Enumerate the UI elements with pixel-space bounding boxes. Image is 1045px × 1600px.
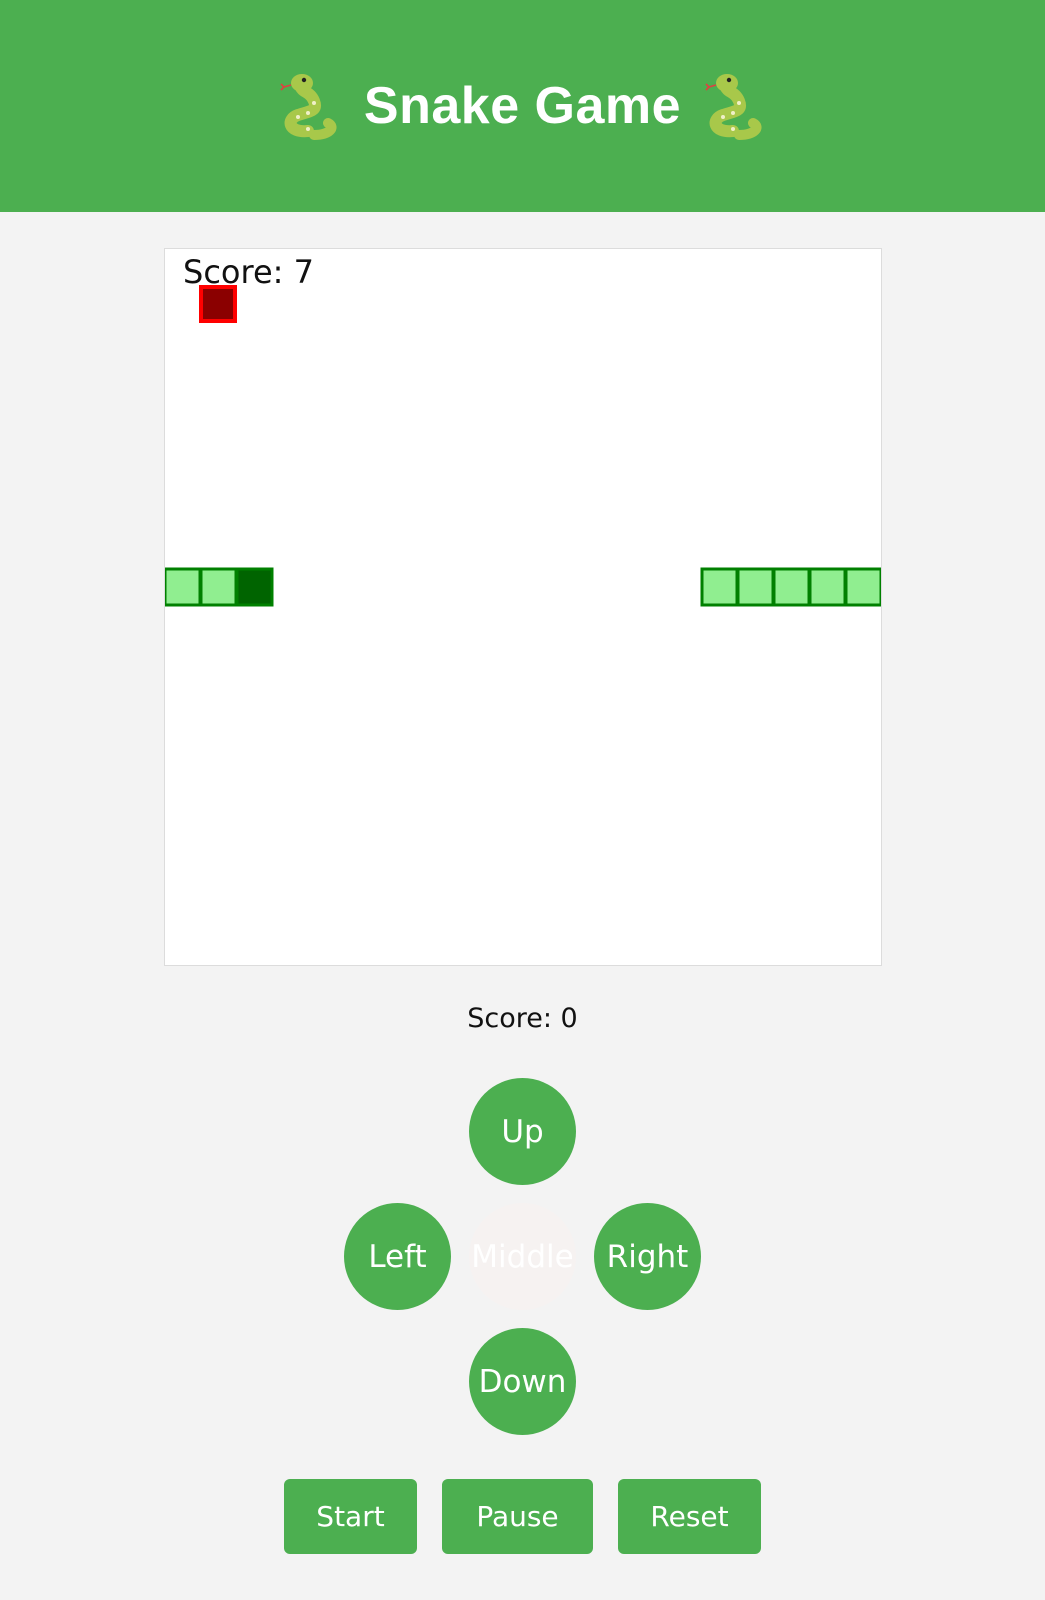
- page-title: Snake Game: [363, 77, 682, 135]
- score-display: Score: 0: [467, 1003, 578, 1034]
- snake-segment: [700, 567, 739, 607]
- down-button[interactable]: Down: [469, 1328, 576, 1435]
- snake-segment: [772, 567, 811, 607]
- app-header: Snake Game: [0, 0, 1045, 212]
- food: [199, 285, 237, 323]
- header-title-group: Snake Game: [278, 71, 767, 141]
- snake-segment: [808, 567, 847, 607]
- snake-segment: [199, 567, 238, 607]
- left-button[interactable]: Left: [344, 1203, 451, 1310]
- snake-segment: [844, 567, 881, 607]
- up-button[interactable]: Up: [469, 1078, 576, 1185]
- game-canvas: [165, 285, 881, 607]
- snake-head: [235, 567, 274, 607]
- game-board: Score: 7: [164, 248, 882, 966]
- snake-segment: [165, 567, 202, 607]
- middle-button[interactable]: Middle: [469, 1203, 576, 1310]
- snake-icon: [280, 74, 337, 140]
- start-button[interactable]: Start: [284, 1479, 417, 1554]
- right-button[interactable]: Right: [594, 1203, 701, 1310]
- canvas-score: Score: 7: [183, 253, 314, 291]
- snake-segment: [736, 567, 775, 607]
- snake-icon: [705, 74, 762, 140]
- pause-button[interactable]: Pause: [442, 1479, 593, 1554]
- reset-button[interactable]: Reset: [618, 1479, 761, 1554]
